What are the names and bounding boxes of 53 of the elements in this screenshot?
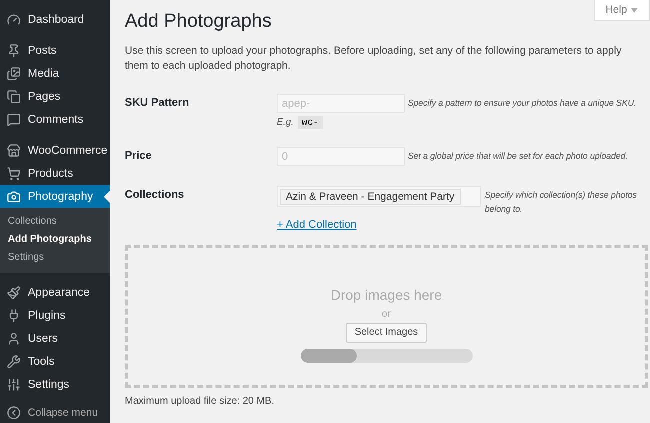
text-field[interactable]: apep- [277, 94, 405, 113]
paintbrush-icon [7, 286, 21, 300]
user-icon [7, 332, 21, 346]
example-code: wc- [298, 116, 324, 129]
menu-item[interactable]: Comments [0, 108, 110, 131]
submenu-item[interactable]: Settings [0, 249, 110, 267]
camera-icon [7, 190, 21, 204]
field-label: SKU Pattern [125, 96, 190, 111]
menu-item[interactable]: Appearance [0, 281, 110, 304]
drop-text: Drop images here [330, 286, 442, 302]
collections-field[interactable]: Azin & Praveen - Engagement Party [277, 186, 481, 207]
comment-icon [7, 112, 21, 126]
menu-item[interactable]: Photography [0, 185, 110, 208]
select-images-button[interactable]: Select Images [346, 322, 428, 342]
submenu-item[interactable]: Collections [0, 213, 110, 231]
text-field[interactable]: 0 [277, 147, 405, 166]
max-upload-size: Maximum upload file size: 20 MB. [125, 396, 276, 407]
example-label: E.g. [277, 117, 294, 128]
images-icon [7, 66, 21, 80]
menu-item[interactable]: Tools [0, 350, 110, 373]
menu-item[interactable]: Users [0, 327, 110, 350]
caret-icon [631, 8, 638, 12]
menu-item[interactable]: Dashboard [0, 8, 110, 31]
pages-icon [7, 90, 21, 104]
field-hint: Set a global price that will be set for each photo uploaded. [408, 150, 628, 163]
menu-item[interactable]: Products [0, 162, 110, 185]
wrench-icon [7, 354, 21, 368]
sliders-icon [7, 378, 21, 392]
field-hint: Specify which collection(s) these photos belong to. [485, 189, 638, 216]
field-label: Price [125, 149, 153, 164]
plug-icon [7, 308, 21, 322]
field-hint: Specify a pattern to ensure your photos have a unique SKU. [408, 97, 636, 110]
menu-item[interactable]: Settings [0, 373, 110, 396]
page-description: Use this screen to upload your photographs. Before uploading, set any of the following parameters to apply them to each uploaded photograph. [125, 44, 623, 74]
menu-item[interactable]: WooCommerce [0, 139, 110, 162]
menu-item[interactable]: Plugins [0, 304, 110, 327]
pin-icon [7, 44, 21, 58]
menu-item[interactable]: Media [0, 62, 110, 85]
page-title: Add Photographs [125, 10, 272, 34]
or-text: or [382, 308, 391, 320]
submenu-item[interactable]: Add Photographs [0, 231, 110, 249]
drop-zone[interactable]: Drop images here or Select Images [125, 245, 648, 388]
collapse-menu-button[interactable]: Collapse menu [0, 402, 110, 423]
add-collection-link[interactable]: + Add Collection [277, 219, 357, 231]
field-label: Collections [125, 188, 186, 203]
collection-tag: Azin & Praveen - Engagement Party [280, 188, 461, 204]
menu-item[interactable]: Pages [0, 85, 110, 108]
store-icon [7, 144, 21, 158]
collapse-icon [7, 406, 21, 420]
cart-icon [7, 166, 21, 180]
menu-item[interactable]: Posts [0, 39, 110, 62]
help-tab[interactable]: Help [594, 0, 650, 21]
gauge-icon [7, 12, 21, 26]
